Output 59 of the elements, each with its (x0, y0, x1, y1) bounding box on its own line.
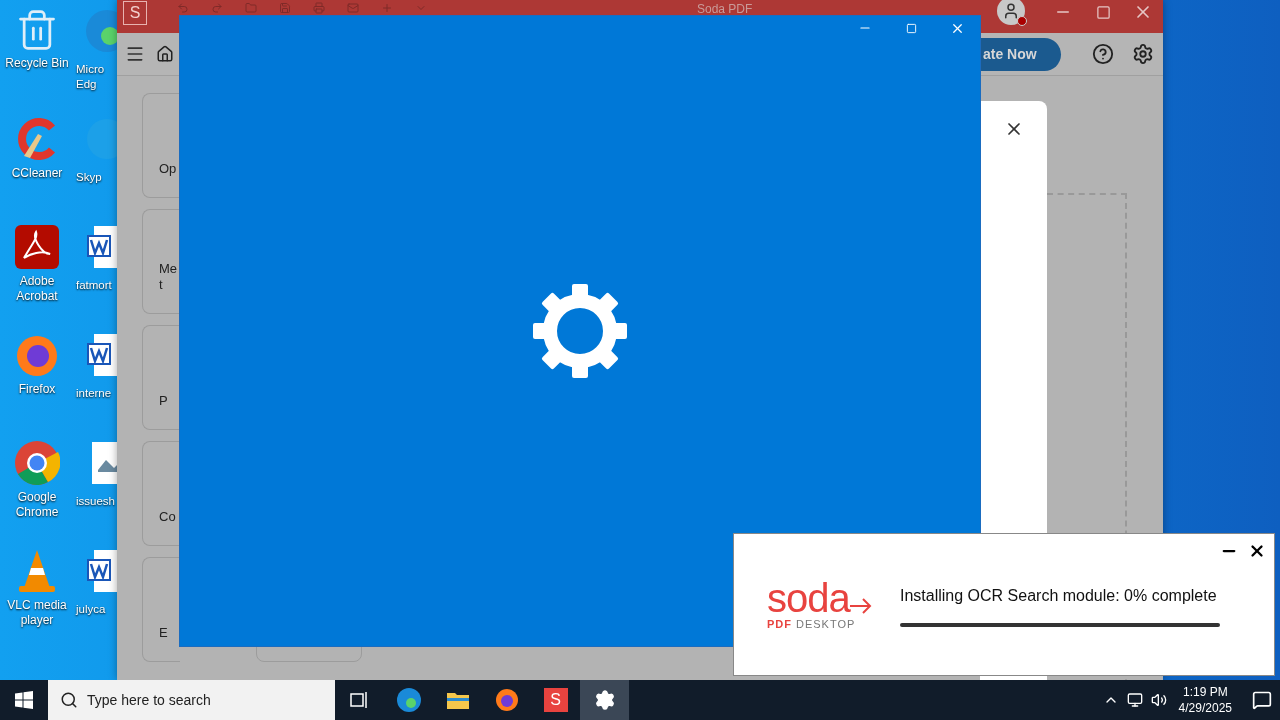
help-icon[interactable] (1092, 43, 1114, 65)
arrow-icon (849, 598, 872, 614)
edge-icon (395, 687, 422, 713)
window-title: Soda PDF (697, 2, 753, 16)
shortcut-label: Recycle Bin (4, 56, 70, 71)
app-logo: S (123, 1, 147, 25)
card-label: Op (159, 161, 177, 177)
shortcut-label: Google Chrome (14, 490, 60, 520)
card-label: Co (159, 509, 176, 525)
home-icon[interactable] (156, 45, 174, 63)
logo-text: soda (767, 582, 850, 614)
card-label: E (159, 625, 168, 641)
card-label: P (159, 393, 168, 409)
desktop-shortcut[interactable]: Firefox (0, 328, 74, 436)
shortcut-label: fatmort (76, 278, 113, 293)
desktop-shortcut[interactable]: CCleaner (0, 112, 74, 220)
settings-icon (593, 689, 616, 711)
user-avatar-icon[interactable] (997, 0, 1025, 25)
acrobat-icon (14, 224, 60, 270)
search-field[interactable]: Type here to search (48, 680, 335, 720)
menu-icon[interactable] (125, 44, 145, 64)
maximize-icon[interactable] (1095, 4, 1111, 20)
shortcut-label: Micro Edg (76, 62, 106, 92)
taskbar-app[interactable]: S (531, 680, 580, 720)
shortcut-label: Adobe Acrobat (15, 274, 59, 304)
logo-subtitle: PDF (767, 618, 792, 630)
search-icon (60, 691, 78, 709)
card-label: t (159, 277, 163, 293)
network-icon[interactable] (1126, 692, 1143, 708)
shortcut-label: Skyp (76, 170, 103, 185)
date-text: 4/29/2025 (1178, 700, 1232, 716)
shortcut-label: CCleaner (10, 166, 64, 181)
update-button[interactable]: ate Now (979, 37, 1061, 71)
close-icon[interactable] (1248, 542, 1266, 560)
desktop-shortcut[interactable]: Google Chrome (0, 436, 74, 544)
card-label: Me (159, 261, 178, 277)
chrome-icon (14, 440, 60, 486)
taskbar-app[interactable] (580, 680, 629, 720)
windows-start-icon[interactable] (15, 691, 33, 709)
task-view-icon (349, 691, 370, 709)
status-message: Installing OCR Search module: 0% complete (900, 587, 1218, 605)
folder-icon (445, 690, 470, 710)
shortcut-label: interne (76, 386, 113, 401)
desktop-shortcut[interactable]: VLC media player (0, 544, 74, 652)
desktop-shortcut[interactable]: Adobe Acrobat (0, 220, 74, 328)
time-text: 1:19 PM (1182, 684, 1228, 700)
volume-icon[interactable] (1150, 692, 1167, 708)
desktop-shortcut[interactable]: Recycle Bin (0, 4, 74, 112)
logo-subtitle: DESKTOP (796, 618, 856, 630)
soda-app-icon: S (543, 688, 568, 712)
notifications-icon[interactable] (1252, 690, 1272, 710)
shortcut-label: julyca (76, 602, 107, 617)
firefox-icon (494, 688, 519, 712)
settings-icon[interactable] (1132, 43, 1154, 65)
shortcut-label: Firefox (17, 382, 57, 397)
shortcut-label: issuesh (76, 494, 116, 509)
clock[interactable]: 1:19 PM 4/29/2025 (1178, 684, 1232, 716)
gear-icon (531, 282, 629, 380)
shortcut-label: VLC media player (6, 598, 68, 628)
